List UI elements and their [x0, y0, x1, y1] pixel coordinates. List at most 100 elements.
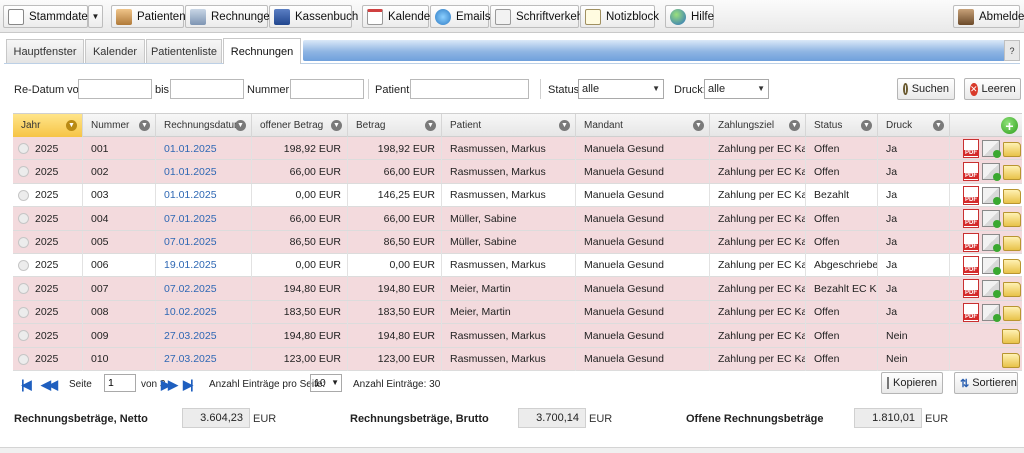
table-row[interactable]: 2025 004 07.01.2025 66,00 EUR 66,00 EUR Mülle… — [13, 207, 1022, 231]
folder-icon[interactable] — [1003, 212, 1021, 228]
last-page-icon[interactable]: ▶| — [183, 377, 194, 393]
send-mail-icon[interactable] — [982, 186, 1001, 205]
send-mail-icon[interactable] — [982, 210, 1001, 229]
cell-datum: 27.03.2025 — [156, 347, 252, 371]
pdf-icon[interactable] — [963, 139, 979, 158]
column-header-druck[interactable]: Druck ▼ — [878, 114, 950, 137]
stammdaten-button[interactable]: Stammdaten — [3, 5, 94, 28]
column-header-mandant[interactable]: Mandant ▼ — [576, 114, 710, 137]
folder-icon[interactable] — [1003, 188, 1021, 204]
cell-datum: 01.01.2025 — [156, 183, 252, 207]
kalender-button[interactable]: Kalender — [362, 5, 434, 28]
column-header-rechnungsdatum[interactable]: Rechnungsdatum ▼ — [156, 114, 252, 137]
nummer-input[interactable] — [290, 79, 364, 99]
grid-body: 2025 001 01.01.2025 198,92 EUR 198,92 EUR Ras… — [13, 137, 1022, 371]
pdf-icon[interactable] — [963, 162, 979, 182]
column-header-offener-betrag[interactable]: offener Betrag ▼ — [252, 114, 348, 137]
status-select[interactable]: alle ▼ — [578, 79, 664, 99]
page-number-input[interactable] — [104, 374, 136, 392]
table-row[interactable]: 2025 002 01.01.2025 66,00 EUR 66,00 EUR Rasmu… — [13, 160, 1022, 184]
entries-per-page-select[interactable]: 10 ▼ — [310, 374, 342, 392]
tab-rechnungen[interactable]: Rechnungen — [223, 38, 301, 64]
folder-icon[interactable] — [1003, 142, 1021, 157]
table-row[interactable]: 2025 008 10.02.2025 183,50 EUR 183,50 EUR Mei… — [13, 300, 1022, 325]
patienten-button[interactable]: Patienten — [111, 5, 186, 28]
hilfe-button[interactable]: Hilfe — [665, 5, 714, 28]
row-actions — [963, 232, 1021, 252]
offen-total-value: 1.810,01 — [854, 408, 922, 428]
column-header-nummer[interactable]: Nummer ▼ — [83, 114, 156, 137]
druck-select[interactable]: alle ▼ — [704, 79, 769, 99]
send-mail-icon[interactable] — [982, 140, 1001, 158]
patient-input[interactable] — [410, 79, 529, 99]
pdf-icon[interactable] — [963, 185, 979, 205]
cell-patient: Rasmussen, Markus — [442, 183, 576, 207]
table-row[interactable]: 2025 005 07.01.2025 86,50 EUR 86,50 EUR Mülle… — [13, 230, 1022, 254]
tab-hauptfenster[interactable]: Hauptfenster — [6, 39, 84, 63]
folder-icon[interactable] — [1003, 282, 1021, 298]
folder-icon[interactable] — [1003, 258, 1021, 274]
column-header-label: Zahlungsziel — [718, 120, 775, 131]
offen-total-unit: EUR — [925, 413, 949, 425]
stammdaten-dropdown-caret[interactable]: ▼ — [88, 5, 103, 28]
notizblock-button[interactable]: Notizblock — [580, 5, 659, 28]
pdf-icon[interactable] — [963, 255, 979, 275]
abmelden-button[interactable]: Abmelden — [953, 5, 1024, 28]
help-question-button[interactable]: ? — [1004, 40, 1020, 61]
schriftverkehr-label: Schriftverkehr — [516, 10, 587, 23]
column-header-betrag[interactable]: Betrag ▼ — [348, 114, 442, 137]
cell-ziel: Zahlung per EC Karte — [710, 183, 806, 207]
emails-button[interactable]: Emails — [430, 5, 491, 28]
send-mail-icon[interactable] — [982, 233, 1001, 252]
table-row[interactable]: 2025 010 27.03.2025 123,00 EUR 123,00 EUR Ras… — [13, 347, 1022, 371]
cell-datum: 07.01.2025 — [156, 207, 252, 231]
first-page-icon[interactable]: |◀ — [21, 377, 32, 393]
table-row[interactable]: 2025 009 27.03.2025 194,80 EUR 194,80 EUR Ras… — [13, 324, 1022, 348]
row-actions — [1002, 350, 1020, 369]
column-header-jahr[interactable]: Jahr ▼ — [13, 114, 83, 137]
sort-arrows-icon: ⇅ — [960, 377, 970, 390]
table-row[interactable]: 2025 001 01.01.2025 198,92 EUR 198,92 EUR Ras… — [13, 137, 1022, 161]
invoice-grid: Jahr ▼ Nummer ▼ Rechnungsdatum ▼ offener Be… — [13, 113, 1022, 371]
table-row[interactable]: 2025 006 19.01.2025 0,00 EUR 0,00 EUR Rasmuss… — [13, 253, 1022, 278]
folder-icon[interactable] — [1003, 165, 1021, 181]
column-header-zahlungsziel[interactable]: Zahlungsziel ▼ — [710, 114, 806, 137]
cell-ziel: Zahlung per EC Karte — [710, 207, 806, 231]
tab-patientenliste[interactable]: Patientenliste — [146, 39, 222, 63]
folder-icon[interactable] — [1002, 329, 1020, 345]
folder-icon[interactable] — [1002, 352, 1020, 368]
sortieren-button[interactable]: ⇅ Sortieren — [954, 372, 1018, 394]
cell-ziel: Zahlung per EC Karte — [710, 277, 806, 301]
suchen-button[interactable]: Suchen — [897, 78, 955, 100]
table-row[interactable]: 2025 007 07.02.2025 194,80 EUR 194,80 EUR Mei… — [13, 277, 1022, 301]
folder-icon[interactable] — [1003, 235, 1021, 251]
send-mail-icon[interactable] — [982, 163, 1001, 182]
redatum-von-input[interactable] — [78, 79, 152, 99]
column-header-patient[interactable]: Patient ▼ — [442, 114, 576, 137]
column-header-status[interactable]: Status ▼ — [806, 114, 878, 137]
cell-jahr: 2025 — [13, 183, 83, 207]
kassenbuch-button[interactable]: Kassenbuch — [269, 5, 358, 28]
cell-ziel: Zahlung per EC Karte — [710, 347, 806, 371]
previous-page-icon[interactable]: ◀◀ — [41, 377, 58, 393]
pdf-icon[interactable] — [963, 279, 979, 299]
next-page-icon[interactable]: ▶▶ — [161, 377, 178, 393]
send-mail-icon[interactable] — [982, 303, 1001, 322]
send-mail-icon[interactable] — [982, 256, 1001, 275]
folder-icon[interactable] — [1003, 305, 1021, 321]
pdf-icon[interactable] — [963, 232, 979, 252]
kopieren-button[interactable]: Kopieren — [881, 372, 943, 394]
pdf-icon[interactable] — [963, 209, 979, 229]
table-row[interactable]: 2025 003 01.01.2025 0,00 EUR 146,25 EUR Rasmu… — [13, 183, 1022, 208]
redatum-bis-input[interactable] — [170, 79, 244, 99]
add-invoice-button[interactable]: + — [1001, 117, 1018, 134]
send-mail-icon[interactable] — [982, 280, 1001, 299]
entries-per-page-value: 10 — [314, 377, 326, 389]
schriftverkehr-button[interactable]: Schriftverkehr — [490, 5, 587, 28]
column-header-label: Druck — [886, 120, 913, 131]
cell-ziel: Zahlung per EC Karte — [710, 324, 806, 348]
rechnungen-button[interactable]: Rechnungen — [185, 5, 276, 28]
tab-kalender[interactable]: Kalender — [85, 39, 145, 63]
leeren-button[interactable]: ✕ Leeren — [964, 78, 1021, 100]
pdf-icon[interactable] — [963, 302, 979, 322]
